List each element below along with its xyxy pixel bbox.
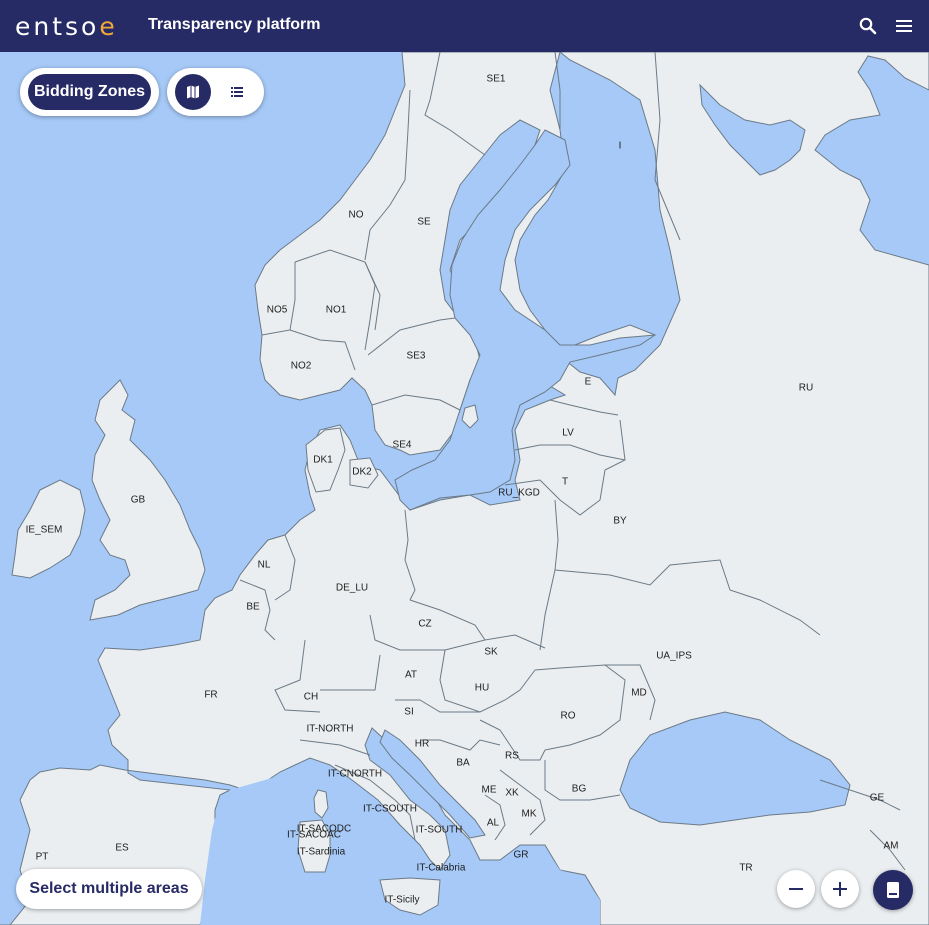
- zone-label[interactable]: IT-CSOUTH: [363, 804, 417, 815]
- zone-label[interactable]: ES: [115, 843, 128, 854]
- zone-label[interactable]: SE: [417, 217, 430, 228]
- zone-label[interactable]: CZ: [418, 619, 431, 630]
- app-title: Transparency platform: [148, 16, 321, 33]
- zone-label[interactable]: SE1: [487, 74, 506, 85]
- zone-label[interactable]: MD: [631, 688, 647, 699]
- list-view-button[interactable]: [219, 74, 255, 110]
- entsoe-logo[interactable]: entsoe: [15, 9, 118, 43]
- zone-label[interactable]: CH: [304, 692, 318, 703]
- zone-label[interactable]: IT-NORTH: [306, 724, 353, 735]
- zone-label[interactable]: LV: [562, 428, 574, 439]
- zone-label[interactable]: RO: [561, 711, 576, 722]
- zone-label[interactable]: GE: [870, 793, 884, 804]
- zone-label[interactable]: TR: [739, 863, 752, 874]
- map-icon: [187, 85, 199, 99]
- map-view-button[interactable]: [175, 74, 211, 110]
- zone-label[interactable]: NO: [349, 210, 364, 221]
- zone-label[interactable]: NO1: [326, 305, 347, 316]
- zone-label[interactable]: AT: [405, 670, 417, 681]
- book-icon: [887, 882, 899, 898]
- zone-label[interactable]: IT-SACOAC: [287, 830, 341, 841]
- zone-label[interactable]: DK2: [352, 467, 371, 478]
- zone-label[interactable]: SE4: [393, 440, 412, 451]
- zone-label[interactable]: MK: [522, 809, 537, 820]
- bidding-zones-button[interactable]: Bidding Zones: [28, 74, 151, 110]
- select-multiple-areas-button[interactable]: Select multiple areas: [16, 869, 202, 909]
- list-icon: [231, 87, 243, 97]
- zone-label[interactable]: XK: [505, 788, 518, 799]
- zone-label[interactable]: E: [585, 377, 592, 388]
- legend-button[interactable]: [873, 870, 913, 910]
- zone-label[interactable]: FR: [204, 690, 217, 701]
- zone-label[interactable]: RS: [505, 751, 519, 762]
- zone-label[interactable]: IT-Sicily: [385, 895, 420, 906]
- minus-icon: [789, 888, 803, 890]
- zone-label[interactable]: PT: [36, 852, 49, 863]
- zone-label[interactable]: AM: [884, 841, 899, 852]
- zone-label[interactable]: BE: [246, 602, 259, 613]
- zone-label[interactable]: I: [619, 141, 622, 152]
- zone-label[interactable]: BA: [456, 758, 469, 769]
- zone-label[interactable]: SE3: [407, 351, 426, 362]
- zone-label[interactable]: NO5: [267, 305, 288, 316]
- map-canvas[interactable]: [0, 52, 929, 925]
- zone-label[interactable]: SI: [404, 707, 413, 718]
- zone-label[interactable]: HR: [415, 739, 429, 750]
- zone-label[interactable]: GB: [131, 495, 145, 506]
- view-toggle: [167, 68, 264, 116]
- zone-label[interactable]: ME: [482, 785, 497, 796]
- bidding-zones-control: Bidding Zones: [20, 68, 159, 116]
- zone-label[interactable]: AL: [487, 818, 499, 829]
- zone-label[interactable]: DK1: [313, 455, 332, 466]
- zone-label[interactable]: IT-CNORTH: [328, 769, 382, 780]
- zone-label[interactable]: UA_IPS: [656, 651, 692, 662]
- zone-label[interactable]: DE_LU: [336, 583, 368, 594]
- zoom-out-button[interactable]: [777, 870, 815, 908]
- zone-label[interactable]: NL: [258, 560, 271, 571]
- zone-label[interactable]: HU: [475, 683, 489, 694]
- zone-label[interactable]: IE_SEM: [26, 525, 63, 536]
- zone-label[interactable]: IT-Sardinia: [297, 847, 345, 858]
- menu-icon[interactable]: [892, 14, 916, 38]
- search-icon[interactable]: [856, 14, 880, 38]
- zone-label[interactable]: NO2: [291, 361, 312, 372]
- plus-icon: [833, 882, 847, 896]
- zone-label[interactable]: GR: [514, 850, 529, 861]
- zone-label[interactable]: BY: [613, 516, 626, 527]
- zone-label[interactable]: RU_KGD: [498, 488, 540, 499]
- zoom-in-button[interactable]: [821, 870, 859, 908]
- zone-label[interactable]: IT-Calabria: [417, 863, 466, 874]
- zone-label[interactable]: SK: [484, 647, 497, 658]
- zone-label[interactable]: RU: [799, 383, 813, 394]
- great-britain[interactable]: [89, 379, 206, 621]
- zone-label[interactable]: BG: [572, 784, 586, 795]
- zone-label[interactable]: IT-SOUTH: [416, 825, 463, 836]
- logo-text: entsoe: [15, 11, 118, 41]
- zone-label[interactable]: T: [562, 477, 568, 488]
- top-bar: entsoe Transparency platform: [0, 0, 929, 52]
- map[interactable]: SE1 I NO SE NO5 NO1 NO2 SE3 E RU LV SE4 …: [0, 52, 929, 925]
